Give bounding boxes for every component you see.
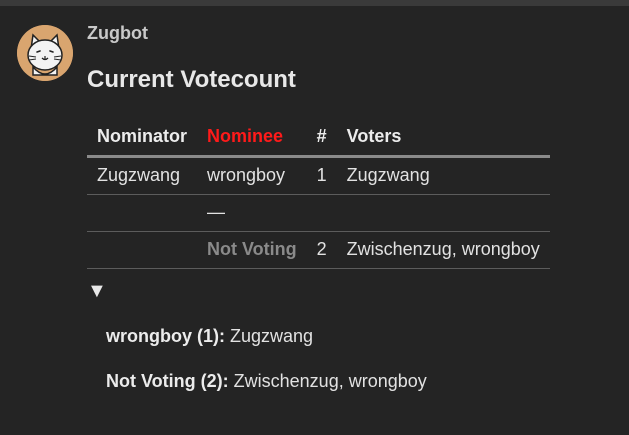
- cell-voters: [336, 194, 550, 232]
- summary-label: Not Voting (2):: [106, 371, 229, 391]
- cell-voters: Zwischenzug, wrongboy: [336, 231, 550, 269]
- cell-nominator: [87, 231, 197, 269]
- avatar[interactable]: [17, 25, 73, 81]
- summary-voters: Zugzwang: [230, 326, 314, 346]
- cell-count: [306, 194, 337, 232]
- post-title: Current Votecount: [87, 66, 296, 93]
- summary-label: wrongboy (1):: [106, 326, 225, 346]
- table-row: —: [87, 194, 550, 232]
- votecount-table: Nominator Nominee # Voters Zugzwang wron…: [87, 118, 550, 269]
- top-bar: [0, 0, 629, 6]
- cell-nominee: wrongboy: [197, 156, 307, 195]
- cat-avatar-icon: [17, 25, 73, 81]
- cell-nominator: [87, 194, 197, 232]
- cell-count: 2: [306, 231, 337, 269]
- header-nominator: Nominator: [87, 118, 197, 158]
- table-header-row: Nominator Nominee # Voters: [87, 118, 550, 158]
- cell-count: 1: [306, 156, 337, 195]
- cell-nominee-not-voting: Not Voting: [197, 231, 307, 269]
- table-row: Zugzwang wrongboy 1 Zugzwang: [87, 156, 550, 195]
- header-count: #: [306, 118, 337, 158]
- summary-voters: Zwischenzug, wrongboy: [233, 371, 427, 391]
- triangle-down-icon[interactable]: ▼: [87, 280, 107, 303]
- table-row: Not Voting 2 Zwischenzug, wrongboy: [87, 231, 550, 269]
- summary-line: wrongboy (1): Zugzwang: [106, 326, 313, 347]
- header-nominee: Nominee: [197, 118, 307, 158]
- cell-nominator: Zugzwang: [87, 156, 197, 195]
- summary-line: Not Voting (2): Zwischenzug, wrongboy: [106, 371, 427, 392]
- post-username[interactable]: Zugbot: [87, 23, 148, 44]
- cell-nominee: —: [197, 194, 307, 232]
- cell-voters: Zugzwang: [336, 156, 550, 195]
- header-voters: Voters: [336, 118, 550, 158]
